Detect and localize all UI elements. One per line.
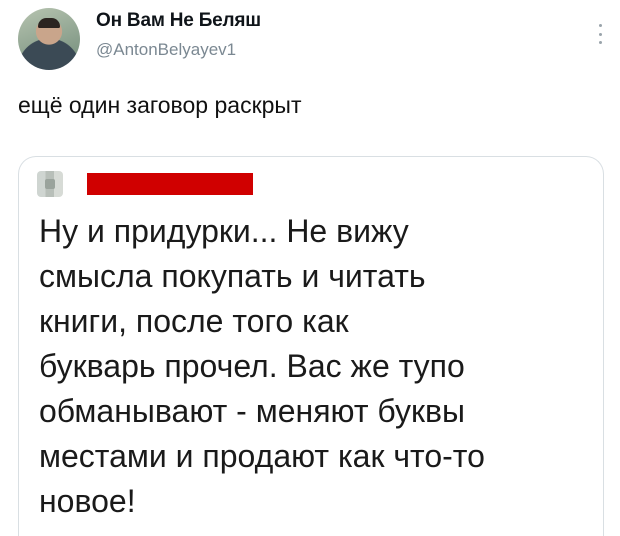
redacted-author-name	[87, 173, 253, 195]
tweet-text: ещё один заговор раскрыт	[18, 92, 302, 118]
quoted-line: букварь прочел. Вас же тупо	[39, 348, 465, 384]
quoted-line: Ну и придурки... Не вижу	[39, 213, 409, 249]
more-options-icon[interactable]	[598, 24, 602, 44]
author-name[interactable]: Он Вам Не Беляш	[96, 10, 261, 32]
quoted-line: местами и продают как что-то	[39, 438, 485, 474]
quoted-tweet[interactable]: Ну и придурки... Не вижу смысла покупать…	[18, 156, 604, 536]
tweet: Он Вам Не Беляш @AntonBelyayev1 ещё один…	[0, 0, 620, 536]
quoted-author-avatar-blurred	[37, 171, 63, 197]
author-handle[interactable]: @AntonBelyayev1	[96, 40, 236, 60]
quoted-line: обманывают - меняют буквы	[39, 393, 465, 429]
quoted-tweet-text: Ну и придурки... Не вижу смысла покупать…	[39, 209, 599, 524]
quoted-line: книги, после того как	[39, 303, 349, 339]
author-avatar[interactable]	[18, 8, 80, 70]
quoted-line: новое!	[39, 483, 136, 519]
quoted-line: смысла покупать и читать	[39, 258, 426, 294]
